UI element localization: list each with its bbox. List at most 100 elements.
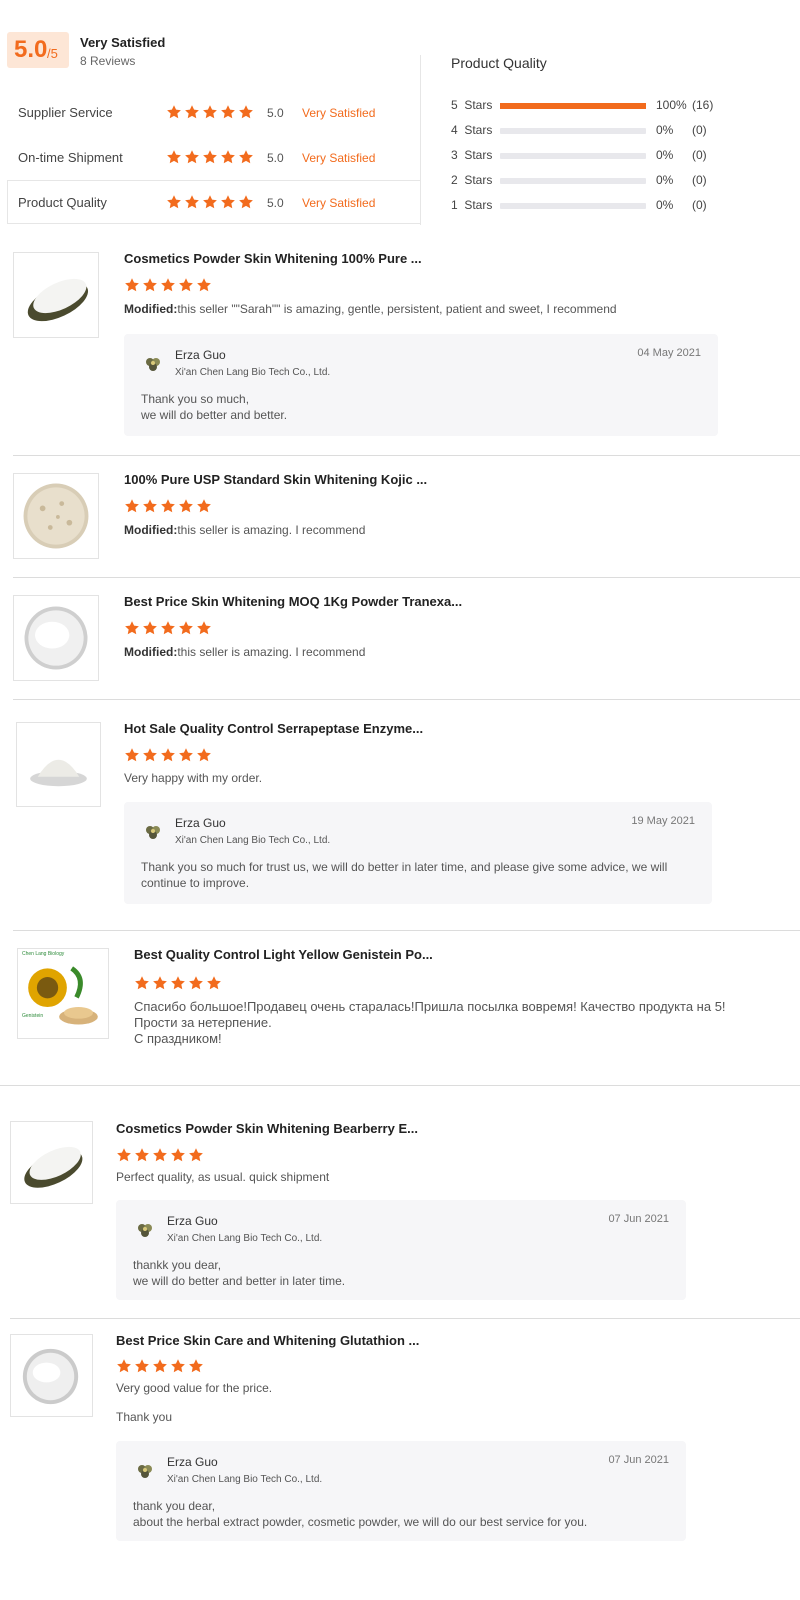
seller-avatar-icon [143, 822, 163, 842]
review-text-row: Very happy with my order. [124, 770, 262, 786]
review-text-row: Perfect quality, as usual. quick shipmen… [116, 1169, 329, 1185]
review-product-title[interactable]: Best Quality Control Light Yellow Genist… [134, 947, 433, 962]
star-icon [166, 104, 182, 120]
product-thumbnail[interactable] [13, 473, 99, 559]
seller-avatar-icon [135, 1220, 155, 1240]
star-icon [178, 620, 194, 636]
star-icon [160, 747, 176, 763]
star-icon [238, 149, 254, 165]
product-thumbnail[interactable] [13, 252, 99, 338]
review-modified-label: Modified: [124, 302, 178, 316]
star-icon [160, 498, 176, 514]
thumbnail-brand-caption: Chen Lang Biology [22, 951, 65, 957]
seller-reply-date: 19 May 2021 [631, 815, 695, 827]
distribution-title: Product Quality [451, 55, 547, 71]
review-text: this seller is amazing. I recommend [177, 645, 366, 659]
seller-reply-company: Xi'an Chen Lang Bio Tech Co., Ltd. [167, 1233, 323, 1244]
seller-reply-name: Erza Guo [175, 348, 226, 362]
distribution-bar [500, 128, 646, 134]
thumbnail-product-caption: Genistein [22, 1013, 44, 1019]
review-product-title[interactable]: 100% Pure USP Standard Skin Whitening Ko… [124, 472, 427, 487]
distribution-percent: 0% [656, 123, 674, 137]
review-product-title[interactable]: Cosmetics Powder Skin Whitening Bearberr… [116, 1121, 418, 1136]
product-thumbnail[interactable] [10, 1121, 93, 1204]
star-icon [116, 1147, 132, 1163]
summary-stars-on-time-shipment [166, 149, 254, 165]
review-modified-label: Modified: [124, 523, 178, 537]
distribution-bar [500, 153, 646, 159]
summary-status-supplier-service: Very Satisfied [302, 106, 376, 120]
seller-reply-text: thank you dear, about the herbal extract… [133, 1499, 588, 1529]
review-stars [124, 620, 212, 636]
review-text-secondary: Thank you [116, 1410, 173, 1424]
star-icon [160, 277, 176, 293]
distribution-percent: 0% [656, 198, 674, 212]
star-icon [124, 747, 140, 763]
star-icon [134, 975, 150, 991]
seller-avatar-icon [135, 1461, 155, 1481]
distribution-count: (0) [692, 198, 707, 212]
star-icon [152, 1147, 168, 1163]
star-icon [196, 498, 212, 514]
star-icon [170, 1358, 186, 1374]
seller-reply-date: 07 Jun 2021 [608, 1454, 669, 1466]
star-icon [142, 498, 158, 514]
star-icon [116, 1358, 132, 1374]
distribution-label: 1 Stars [451, 198, 493, 212]
review-product-title[interactable]: Cosmetics Powder Skin Whitening 100% Pur… [124, 251, 422, 266]
star-icon [160, 620, 176, 636]
review-text-row: Modified:this seller ""Sarah"" is amazin… [124, 301, 617, 317]
review-text: Very good value for the price. [116, 1381, 273, 1395]
overall-label: Very Satisfied [80, 35, 166, 50]
star-icon [202, 104, 218, 120]
review-product-title[interactable]: Hot Sale Quality Control Serrapeptase En… [124, 721, 423, 736]
review-stars [124, 277, 212, 293]
star-icon [166, 194, 182, 210]
star-icon [202, 149, 218, 165]
review-stars [116, 1358, 204, 1374]
distribution-label: 4 Stars [451, 123, 493, 137]
summary-status-product-quality: Very Satisfied [302, 196, 376, 210]
summary-value-on-time-shipment: 5.0 [267, 151, 284, 165]
summary-value-supplier-service: 5.0 [267, 106, 284, 120]
star-icon [196, 277, 212, 293]
star-icon [188, 1147, 204, 1163]
review-divider [13, 699, 800, 700]
product-thumbnail[interactable] [10, 1334, 93, 1417]
star-icon [238, 104, 254, 120]
distribution-label: 2 Stars [451, 173, 493, 187]
product-thumbnail[interactable] [16, 722, 101, 807]
star-icon [142, 277, 158, 293]
review-stars [134, 975, 222, 991]
review-modified-label: Modified: [124, 645, 178, 659]
distribution-bar [500, 178, 646, 184]
star-icon [206, 975, 222, 991]
distribution-label: 3 Stars [451, 148, 493, 162]
star-icon [184, 194, 200, 210]
product-thumbnail[interactable]: Chen Lang Biology Genistein [17, 948, 109, 1039]
distribution-bar-fill [500, 103, 646, 109]
star-icon [152, 1358, 168, 1374]
product-thumbnail[interactable] [13, 595, 99, 681]
star-icon [178, 498, 194, 514]
review-text: this seller is amazing. I recommend [177, 523, 366, 537]
review-text-row: Very good value for the price. [116, 1380, 272, 1396]
summary-value-product-quality: 5.0 [267, 196, 284, 210]
reviews-count: 8 Reviews [80, 54, 136, 68]
seller-reply: Erza Guo Xi'an Chen Lang Bio Tech Co., Lt… [124, 802, 712, 904]
seller-reply-name: Erza Guo [175, 816, 226, 830]
seller-reply-name: Erza Guo [167, 1214, 218, 1228]
summary-label-product-quality: Product Quality [18, 195, 107, 210]
seller-reply-text: thankk you dear, we will do better and b… [133, 1258, 346, 1288]
summary-label-on-time-shipment: On-time Shipment [18, 150, 123, 165]
star-icon [184, 104, 200, 120]
review-product-title[interactable]: Best Price Skin Whitening MOQ 1Kg Powder… [124, 594, 462, 609]
seller-reply: Erza Guo Xi'an Chen Lang Bio Tech Co., Lt… [124, 334, 718, 436]
review-divider [13, 577, 800, 578]
distribution-count: (0) [692, 148, 707, 162]
star-icon [178, 277, 194, 293]
distribution-count: (16) [692, 98, 714, 112]
review-text: Спасибо большое!Продавец очень старалась… [134, 999, 726, 1046]
review-product-title[interactable]: Best Price Skin Care and Whitening Gluta… [116, 1333, 419, 1348]
review-text-row: Modified:this seller is amazing. I recom… [124, 644, 365, 660]
